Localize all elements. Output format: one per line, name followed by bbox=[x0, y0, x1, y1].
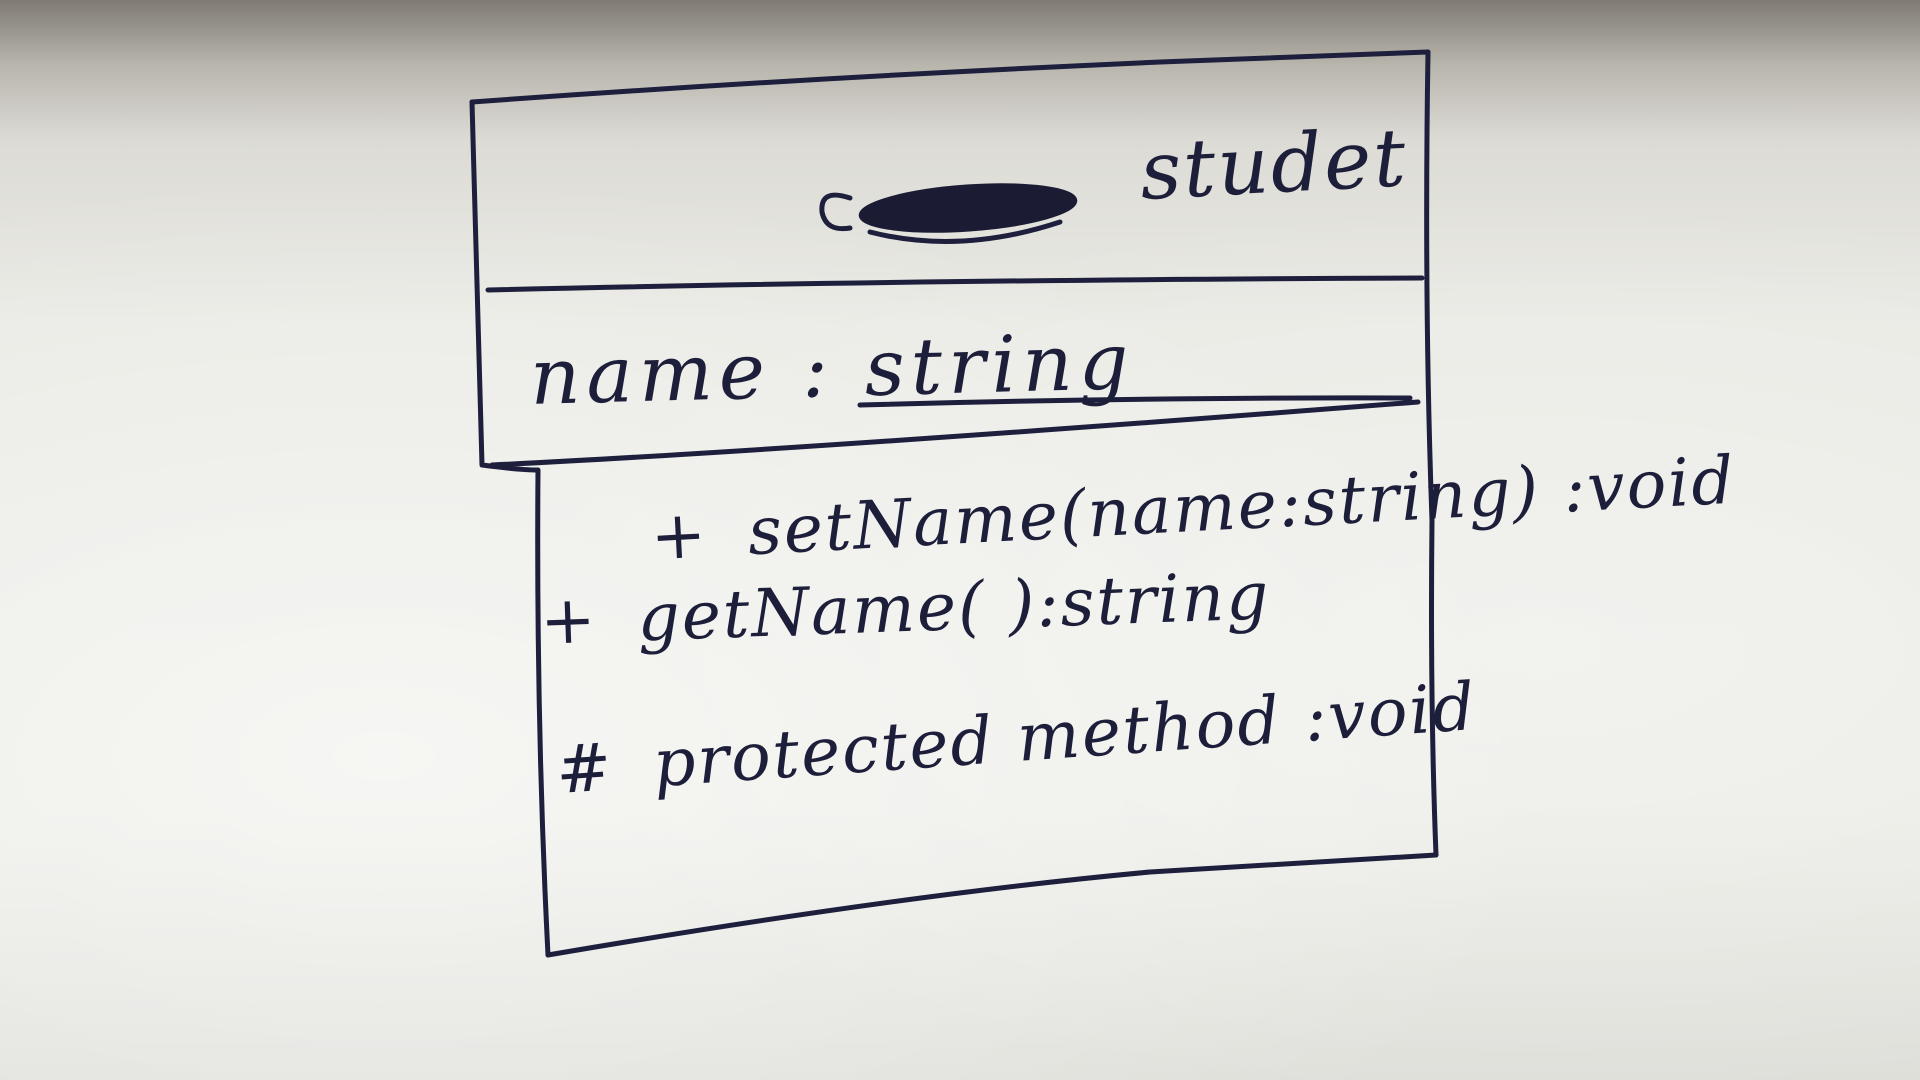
photo-of-paper-sheet: studet name : string + setName(name:strin… bbox=[0, 0, 1920, 1080]
name-compartment-divider bbox=[485, 275, 1425, 293]
attribute-name-string: name : string bbox=[528, 317, 1136, 423]
class-box-left-edge bbox=[469, 99, 551, 958]
class-box-bottom-edge bbox=[545, 852, 1439, 958]
class-box-top-edge bbox=[469, 49, 1431, 105]
visibility-protected: # bbox=[553, 728, 616, 810]
visibility-public: + bbox=[538, 580, 599, 660]
visibility-public: + bbox=[648, 495, 710, 576]
scribble-letter-c bbox=[819, 192, 853, 232]
class-name: studet bbox=[1137, 111, 1410, 218]
